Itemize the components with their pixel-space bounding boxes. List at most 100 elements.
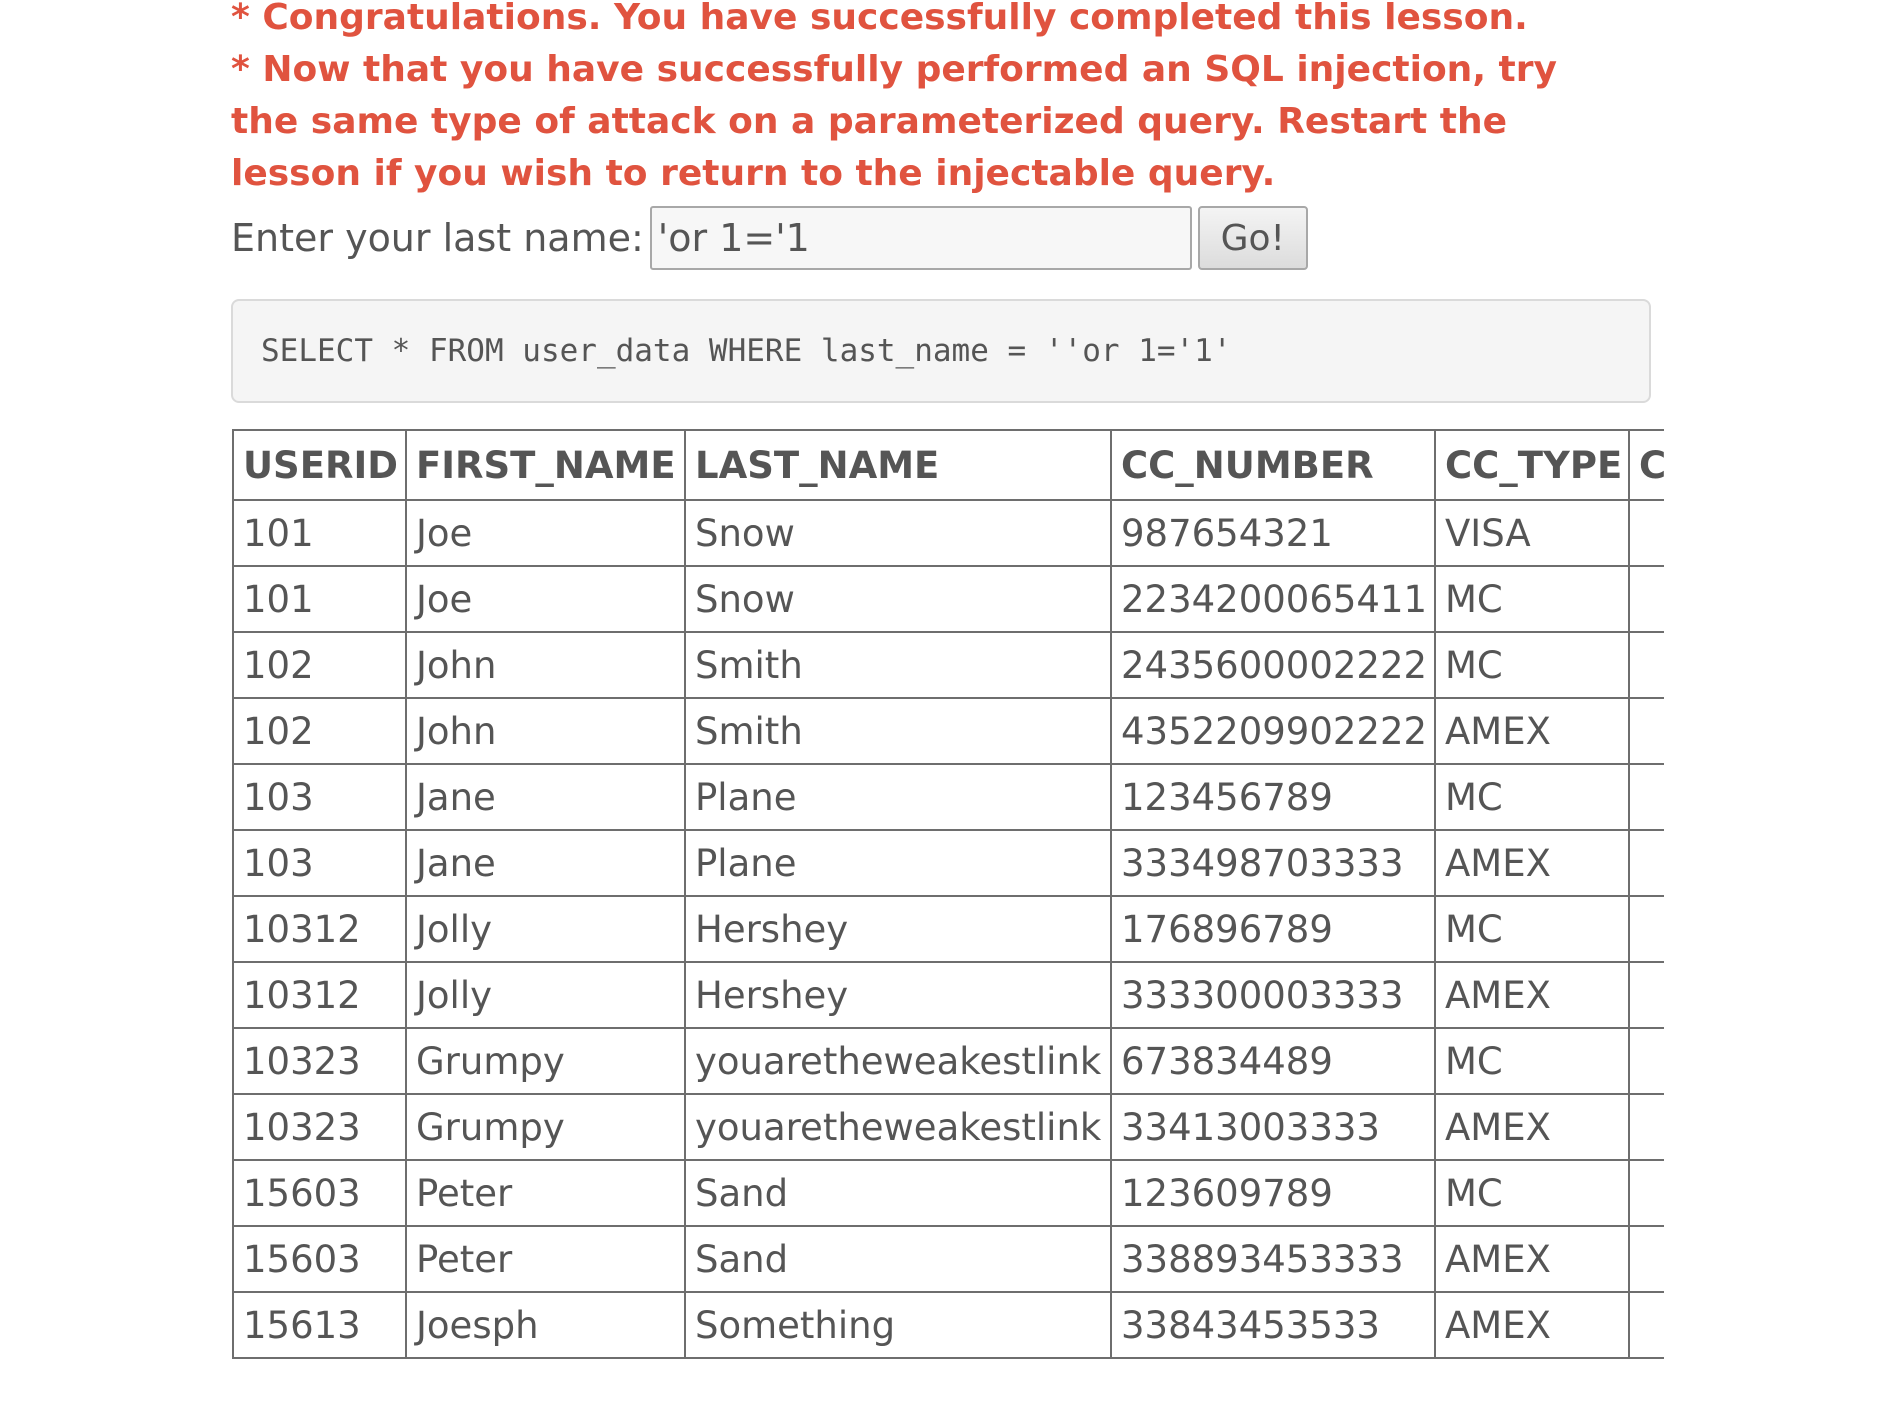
cc-type-cell: AMEX xyxy=(1434,697,1630,765)
first-name-cell: Peter xyxy=(405,1159,686,1227)
userid-cell: 101 xyxy=(232,565,407,633)
cc-number-cell: 333498703333 xyxy=(1110,829,1436,897)
last-name-cell: Sand xyxy=(684,1159,1112,1227)
table-row: 103 Jane Plane 333498703333 AMEX xyxy=(232,829,1664,897)
cc-type-cell: VISA xyxy=(1434,499,1630,567)
table-row: 15603 Peter Sand 338893453333 AMEX xyxy=(232,1225,1664,1293)
table-body: 101 Joe Snow 987654321 VISA 101 Joe Snow 2234200… xyxy=(232,499,1664,1359)
co-cell xyxy=(1628,631,1664,699)
co-cell xyxy=(1628,961,1664,1029)
cc-number-cell: 176896789 xyxy=(1110,895,1436,963)
last-name-cell: Plane xyxy=(684,829,1112,897)
table-row: 102 John Smith 4352209902222 AMEX xyxy=(232,697,1664,765)
first-name-cell: Jane xyxy=(405,829,686,897)
cc-type-cell: MC xyxy=(1434,895,1630,963)
cc-number-cell: 123609789 xyxy=(1110,1159,1436,1227)
cc-number-cell: 987654321 xyxy=(1110,499,1436,567)
success-message: * Congratulations. You have successfully… xyxy=(231,0,1528,38)
userid-cell: 102 xyxy=(232,697,407,765)
cc-number-cell: 33843453533 xyxy=(1110,1291,1436,1359)
last-name-cell: Plane xyxy=(684,763,1112,831)
column-header-cc-type: CC_TYPE xyxy=(1434,429,1630,501)
co-cell xyxy=(1628,1225,1664,1293)
cc-number-cell: 33413003333 xyxy=(1110,1093,1436,1161)
co-cell xyxy=(1628,1027,1664,1095)
table-row: 15603 Peter Sand 123609789 MC xyxy=(232,1159,1664,1227)
last-name-cell: Smith xyxy=(684,631,1112,699)
table-row: 103 Jane Plane 123456789 MC xyxy=(232,763,1664,831)
cc-number-cell: 673834489 xyxy=(1110,1027,1436,1095)
cc-type-cell: MC xyxy=(1434,1159,1630,1227)
next-step-message: * Now that you have successfully perform… xyxy=(231,49,1557,194)
table-row: 15613 Joesph Something 33843453533 AMEX xyxy=(232,1291,1664,1359)
first-name-cell: Jolly xyxy=(405,895,686,963)
first-name-cell: Grumpy xyxy=(405,1093,686,1161)
cc-type-cell: AMEX xyxy=(1434,961,1630,1029)
last-name-cell: Hershey xyxy=(684,961,1112,1029)
co-cell xyxy=(1628,565,1664,633)
last-name-cell: Sand xyxy=(684,1225,1112,1293)
cc-type-cell: AMEX xyxy=(1434,829,1630,897)
last-name-cell: Hershey xyxy=(684,895,1112,963)
cc-type-cell: MC xyxy=(1434,565,1630,633)
cc-type-cell: MC xyxy=(1434,1027,1630,1095)
go-button[interactable]: Go! xyxy=(1197,206,1308,270)
userid-cell: 101 xyxy=(232,499,407,567)
userid-cell: 15603 xyxy=(232,1159,407,1227)
column-header-userid: USERID xyxy=(232,429,407,501)
first-name-cell: Jane xyxy=(405,763,686,831)
cc-number-cell: 123456789 xyxy=(1110,763,1436,831)
table-row: 101 Joe Snow 2234200065411 MC xyxy=(232,565,1664,633)
cc-number-cell: 338893453333 xyxy=(1110,1225,1436,1293)
first-name-cell: John xyxy=(405,697,686,765)
last-name-form: Enter your last name: Go! xyxy=(231,205,1308,271)
header-row: USERID FIRST_NAME LAST_NAME CC_NUMBER CC… xyxy=(232,429,1664,501)
first-name-cell: Peter xyxy=(405,1225,686,1293)
userid-cell: 10323 xyxy=(232,1093,407,1161)
co-cell xyxy=(1628,1291,1664,1359)
userid-cell: 103 xyxy=(232,763,407,831)
co-cell xyxy=(1628,697,1664,765)
co-cell xyxy=(1628,1159,1664,1227)
userid-cell: 103 xyxy=(232,829,407,897)
co-cell xyxy=(1628,829,1664,897)
first-name-cell: Joe xyxy=(405,499,686,567)
cc-number-cell: 2234200065411 xyxy=(1110,565,1436,633)
cc-type-cell: AMEX xyxy=(1434,1291,1630,1359)
last-name-input[interactable] xyxy=(649,206,1192,270)
userid-cell: 102 xyxy=(232,631,407,699)
last-name-label: Enter your last name: xyxy=(231,216,644,260)
userid-cell: 10312 xyxy=(232,961,407,1029)
cc-number-cell: 4352209902222 xyxy=(1110,697,1436,765)
table-header: USERID FIRST_NAME LAST_NAME CC_NUMBER CC… xyxy=(232,429,1664,501)
table-row: 10312 Jolly Hershey 333300003333 AMEX xyxy=(232,961,1664,1029)
cc-type-cell: AMEX xyxy=(1434,1225,1630,1293)
lesson-content: * Congratulations. You have successfully… xyxy=(0,0,1664,1417)
column-header-last-name: LAST_NAME xyxy=(684,429,1112,501)
table-row: 102 John Smith 2435600002222 MC xyxy=(232,631,1664,699)
first-name-cell: Joe xyxy=(405,565,686,633)
first-name-cell: Grumpy xyxy=(405,1027,686,1095)
userid-cell: 15603 xyxy=(232,1225,407,1293)
table-row: 10323 Grumpy youaretheweakestlink 334130033… xyxy=(232,1093,1664,1161)
cc-type-cell: MC xyxy=(1434,763,1630,831)
cc-number-cell: 2435600002222 xyxy=(1110,631,1436,699)
table-row: 10312 Jolly Hershey 176896789 MC xyxy=(232,895,1664,963)
column-header-first-name: FIRST_NAME xyxy=(405,429,686,501)
cc-type-cell: MC xyxy=(1434,631,1630,699)
column-header-co-truncated: CO xyxy=(1628,429,1664,501)
user-data-table: USERID FIRST_NAME LAST_NAME CC_NUMBER CC… xyxy=(232,429,1664,1359)
userid-cell: 15613 xyxy=(232,1291,407,1359)
first-name-cell: Joesph xyxy=(405,1291,686,1359)
userid-cell: 10312 xyxy=(232,895,407,963)
first-name-cell: John xyxy=(405,631,686,699)
last-name-cell: Snow xyxy=(684,499,1112,567)
co-cell xyxy=(1628,1093,1664,1161)
last-name-cell: youaretheweakestlink xyxy=(684,1027,1112,1095)
lesson-messages: * Congratulations. You have successfully… xyxy=(231,0,1631,200)
co-cell xyxy=(1628,499,1664,567)
column-header-cc-number: CC_NUMBER xyxy=(1110,429,1436,501)
last-name-cell: Smith xyxy=(684,697,1112,765)
first-name-cell: Jolly xyxy=(405,961,686,1029)
cc-type-cell: AMEX xyxy=(1434,1093,1630,1161)
